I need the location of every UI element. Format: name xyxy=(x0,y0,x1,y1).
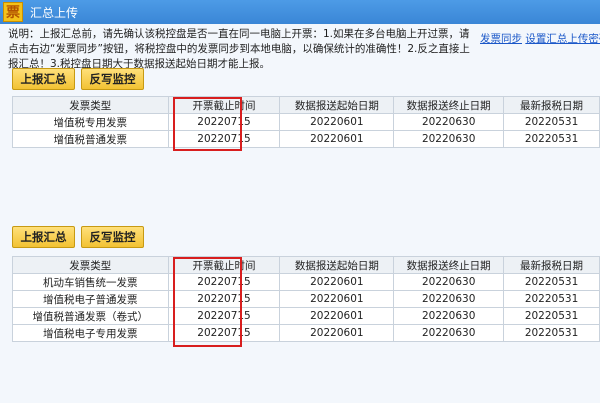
cell-report-end: 20220630 xyxy=(393,113,505,131)
cell-report-start: 20220601 xyxy=(279,273,395,291)
cell-report-end: 20220630 xyxy=(393,290,505,308)
table-header-row: 发票类型 开票截止时间 数据报送起始日期 数据报送终止日期 最新报税日期 xyxy=(12,256,600,274)
cell-report-end: 20220630 xyxy=(393,324,505,342)
header-cutoff-time: 开票截止时间 xyxy=(167,256,281,274)
table-row[interactable]: 增值税普通发票（卷式） 20220715 20220601 20220630 2… xyxy=(12,307,600,325)
cell-latest-tax: 20220531 xyxy=(503,324,600,342)
window-title: 汇总上传 xyxy=(30,5,79,20)
cell-cutoff-time: 20220715 xyxy=(167,307,281,325)
cell-invoice-type: 机动车销售统一发票 xyxy=(12,273,169,291)
report-summary-button-2[interactable]: 上报汇总 xyxy=(12,226,75,248)
notice-text: 说明：上报汇总前，请先确认该税控盘是否一直在同一电脑上开票：1.如果在多台电脑上… xyxy=(8,28,470,70)
table-header-row: 发票类型 开票截止时间 数据报送起始日期 数据报送终止日期 最新报税日期 xyxy=(12,96,600,114)
header-report-end: 数据报送终止日期 xyxy=(393,256,505,274)
set-password-link[interactable]: 设置汇总上传密码 xyxy=(525,33,600,45)
cell-latest-tax: 20220531 xyxy=(503,130,600,148)
cell-cutoff-time: 20220715 xyxy=(167,113,281,131)
cell-cutoff-time: 20220715 xyxy=(167,130,281,148)
cell-invoice-type: 增值税电子专用发票 xyxy=(12,324,169,342)
table-row[interactable]: 增值税普通发票 20220715 20220601 20220630 20220… xyxy=(12,130,600,148)
header-cutoff-time: 开票截止时间 xyxy=(167,96,281,114)
cell-invoice-type: 增值税普通发票 xyxy=(12,130,169,148)
header-latest-tax: 最新报税日期 xyxy=(503,256,600,274)
reverse-monitor-button-2[interactable]: 反写监控 xyxy=(81,226,144,248)
cell-cutoff-time: 20220715 xyxy=(167,324,281,342)
links-area: 发票同步 设置汇总上传密码 xyxy=(480,31,600,46)
table-row[interactable]: 增值税电子专用发票 20220715 20220601 20220630 202… xyxy=(12,324,600,342)
header-invoice-type: 发票类型 xyxy=(12,96,169,114)
header-report-start: 数据报送起始日期 xyxy=(279,96,395,114)
cell-cutoff-time: 20220715 xyxy=(167,290,281,308)
invoice-icon: 票 xyxy=(3,2,23,22)
header-report-start: 数据报送起始日期 xyxy=(279,256,395,274)
invoice-sync-link[interactable]: 发票同步 xyxy=(480,33,522,45)
cell-invoice-type: 增值税电子普通发票 xyxy=(12,290,169,308)
cell-cutoff-time: 20220715 xyxy=(167,273,281,291)
cell-report-start: 20220601 xyxy=(279,324,395,342)
cell-invoice-type: 增值税普通发票（卷式） xyxy=(12,307,169,325)
cell-report-end: 20220630 xyxy=(393,130,505,148)
cell-report-start: 20220601 xyxy=(279,113,395,131)
table-row[interactable]: 增值税电子普通发票 20220715 20220601 20220630 202… xyxy=(12,290,600,308)
cell-latest-tax: 20220531 xyxy=(503,290,600,308)
header-invoice-type: 发票类型 xyxy=(12,256,169,274)
cell-latest-tax: 20220531 xyxy=(503,113,600,131)
main-content: 说明：上报汇总前，请先确认该税控盘是否一直在同一电脑上开票：1.如果在多台电脑上… xyxy=(0,24,600,403)
report-summary-button[interactable]: 上报汇总 xyxy=(12,68,75,90)
table-row[interactable]: 增值税专用发票 20220715 20220601 20220630 20220… xyxy=(12,113,600,131)
header-report-end: 数据报送终止日期 xyxy=(393,96,505,114)
cell-report-end: 20220630 xyxy=(393,307,505,325)
cell-invoice-type: 增值税专用发票 xyxy=(12,113,169,131)
invoice-table-2: 发票类型 开票截止时间 数据报送起始日期 数据报送终止日期 最新报税日期 机动车… xyxy=(12,256,600,342)
cell-latest-tax: 20220531 xyxy=(503,273,600,291)
header-latest-tax: 最新报税日期 xyxy=(503,96,600,114)
cell-report-end: 20220630 xyxy=(393,273,505,291)
cell-report-start: 20220601 xyxy=(279,290,395,308)
invoice-table-1: 发票类型 开票截止时间 数据报送起始日期 数据报送终止日期 最新报税日期 增值税… xyxy=(12,96,600,148)
cell-report-start: 20220601 xyxy=(279,130,395,148)
window-titlebar: 票 汇总上传 xyxy=(0,0,600,24)
reverse-monitor-button[interactable]: 反写监控 xyxy=(81,68,144,90)
table-row[interactable]: 机动车销售统一发票 20220715 20220601 20220630 202… xyxy=(12,273,600,291)
cell-report-start: 20220601 xyxy=(279,307,395,325)
cell-latest-tax: 20220531 xyxy=(503,307,600,325)
